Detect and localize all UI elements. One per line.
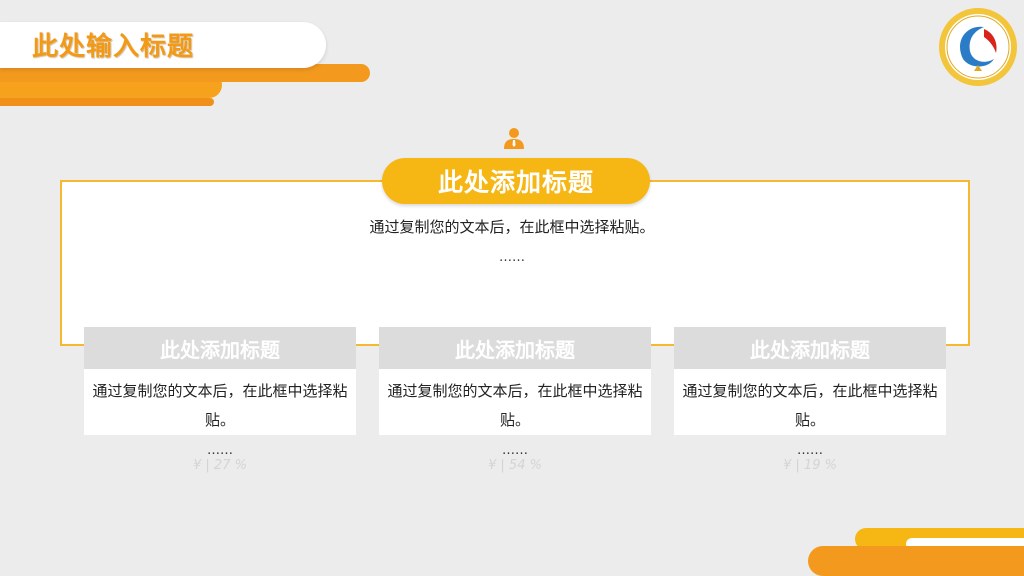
main-text: 通过复制您的文本后，在此框中选择粘贴。 <box>369 218 655 236</box>
university-seal-icon <box>938 7 1018 87</box>
card-text: 通过复制您的文本后，在此框中选择粘贴。 <box>379 369 651 435</box>
card-stat: ¥ | 19 % <box>783 458 837 473</box>
card-2: 此处添加标题 通过复制您的文本后，在此框中选择粘贴。 …… ¥ | 54 % <box>379 327 651 473</box>
header-bar-thin <box>0 98 214 106</box>
card-title: 此处添加标题 <box>84 327 356 369</box>
card-stat: ¥ | 54 % <box>488 458 542 473</box>
main-ellipsis: …… <box>499 250 525 265</box>
main-title: 此处添加标题 <box>437 168 594 197</box>
card-ellipsis: …… <box>797 443 823 458</box>
card-3: 此处添加标题 通过复制您的文本后，在此框中选择粘贴。 …… ¥ | 19 % <box>674 327 946 473</box>
card-ellipsis: …… <box>207 443 233 458</box>
card-1: 此处添加标题 通过复制您的文本后，在此框中选择粘贴。 …… ¥ | 27 % <box>84 327 356 473</box>
card-stat: ¥ | 27 % <box>193 458 247 473</box>
user-icon <box>503 127 525 149</box>
card-text: 通过复制您的文本后，在此框中选择粘贴。 <box>84 369 356 435</box>
card-title: 此处添加标题 <box>674 327 946 369</box>
card-text: 通过复制您的文本后，在此框中选择粘贴。 <box>674 369 946 435</box>
main-title-pill: 此处添加标题 <box>382 158 650 204</box>
page-title: 此处输入标题 <box>32 32 195 62</box>
footer-bar-orange <box>808 546 1024 576</box>
card-title: 此处添加标题 <box>379 327 651 369</box>
card-ellipsis: …… <box>502 443 528 458</box>
